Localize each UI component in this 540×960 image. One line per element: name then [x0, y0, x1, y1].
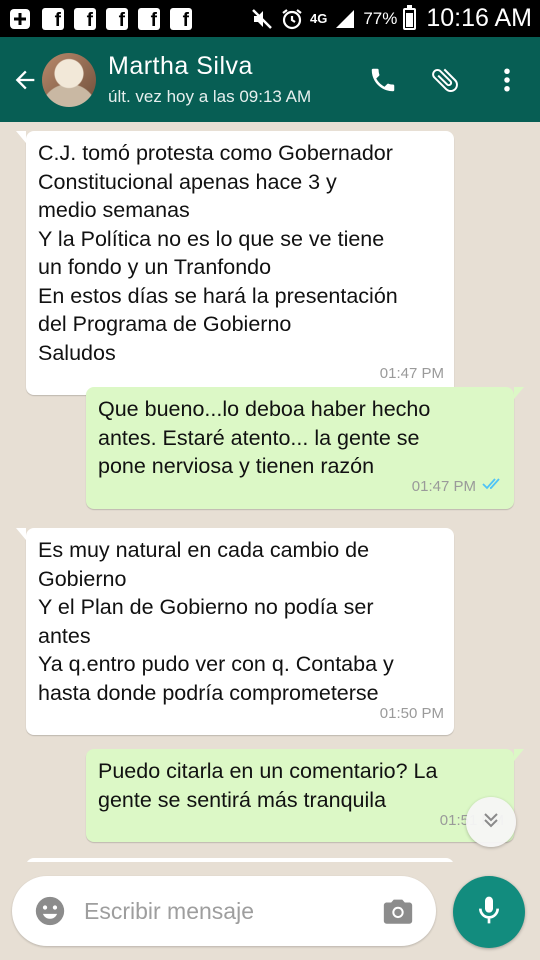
message-line: Que bueno...lo deboa haber hecho [98, 397, 431, 421]
clock: 10:16 AM [426, 4, 532, 32]
composer [12, 876, 436, 946]
message-line: Y el Plan de Gobierno no podía ser [38, 595, 374, 619]
message-line: Es muy natural en cada cambio de [38, 538, 370, 562]
alarm-icon [280, 7, 304, 31]
message-time: 01:50 PM [379, 704, 444, 722]
mic-button[interactable] [453, 876, 525, 948]
message-line: En estos días se hará la presentación [38, 283, 398, 308]
battery-percentage: 77% [363, 8, 398, 28]
incoming-message[interactable]: Es muy natural en cada cambio de Gobiern… [16, 528, 454, 735]
message-input[interactable] [84, 897, 364, 925]
more-vert-icon[interactable] [490, 63, 524, 97]
message-line: Y la Política no es lo que se ve tiene [38, 226, 385, 251]
message-line: C.J. tomó protesta como Gobernador [38, 141, 393, 165]
message-time: 01:47 PM [411, 478, 476, 495]
incoming-message[interactable]: C.J. tomó protesta como Gobernador Const… [16, 131, 454, 395]
message-line: Gobierno [38, 566, 127, 591]
facebook-icon: f [170, 7, 192, 30]
signal-icon [333, 7, 357, 31]
outgoing-message[interactable]: Puedo citarla en un comentario? La gente… [86, 749, 524, 842]
message-line: antes. Estaré atento... la gente se [98, 425, 420, 450]
back-arrow-icon[interactable] [8, 63, 42, 97]
message-line: Constitucional apenas hace 3 y [38, 169, 337, 194]
paperclip-icon[interactable] [428, 63, 462, 97]
chevron-double-down-icon [479, 808, 503, 837]
message-line: medio semanas [38, 198, 190, 222]
facebook-icon: f [138, 7, 160, 30]
message-line: Puedo citarla en un comentario? La [98, 759, 438, 783]
contact-name: Martha Silva [108, 52, 253, 80]
message-meta: 01:47 PM [380, 360, 444, 389]
mic-icon [473, 894, 505, 931]
scroll-to-bottom-button[interactable] [466, 797, 516, 847]
system-icons: 4G 77% 10:16 AM [250, 4, 532, 33]
last-seen: últ. vez hoy a las 09:13 AM [108, 87, 312, 106]
message-line: un fondo y un Tranfondo [38, 255, 272, 279]
plus-box-icon [8, 7, 32, 31]
notification-icons: f f f f f [8, 7, 192, 31]
double-check-icon [482, 473, 504, 502]
message-line: del Programa de Gobierno [38, 312, 292, 336]
message-list[interactable]: C.J. tomó protesta como Gobernador Const… [0, 122, 540, 862]
phone-icon[interactable] [366, 63, 400, 97]
camera-icon[interactable] [378, 891, 418, 931]
header-actions [366, 63, 524, 97]
facebook-icon: f [106, 7, 128, 30]
emoji-icon[interactable] [30, 891, 70, 931]
incoming-message-partial[interactable] [26, 858, 454, 862]
avatar[interactable] [42, 52, 96, 107]
facebook-icon: f [74, 7, 96, 30]
message-meta: 01:47 PM [412, 473, 504, 502]
contact-info[interactable]: Martha Silva últ. vez hoy a las 09:13 AM [108, 52, 311, 107]
mute-icon [250, 7, 274, 31]
message-line: antes [38, 623, 91, 648]
message-meta: 01:50 PM [380, 700, 444, 729]
outgoing-message[interactable]: Que bueno...lo deboa haber hecho antes. … [86, 387, 524, 509]
facebook-icon: f [42, 7, 64, 30]
status-bar: f f f f f 4G 77% 10:16 AM [0, 0, 540, 37]
message-line: Ya q.entro pudo ver con q. Contaba y [38, 652, 394, 676]
message-time: 01:47 PM [379, 364, 444, 382]
battery-icon [403, 4, 417, 30]
chat-header: Martha Silva últ. vez hoy a las 09:13 AM [0, 37, 540, 122]
network-type: 4G [309, 11, 328, 26]
